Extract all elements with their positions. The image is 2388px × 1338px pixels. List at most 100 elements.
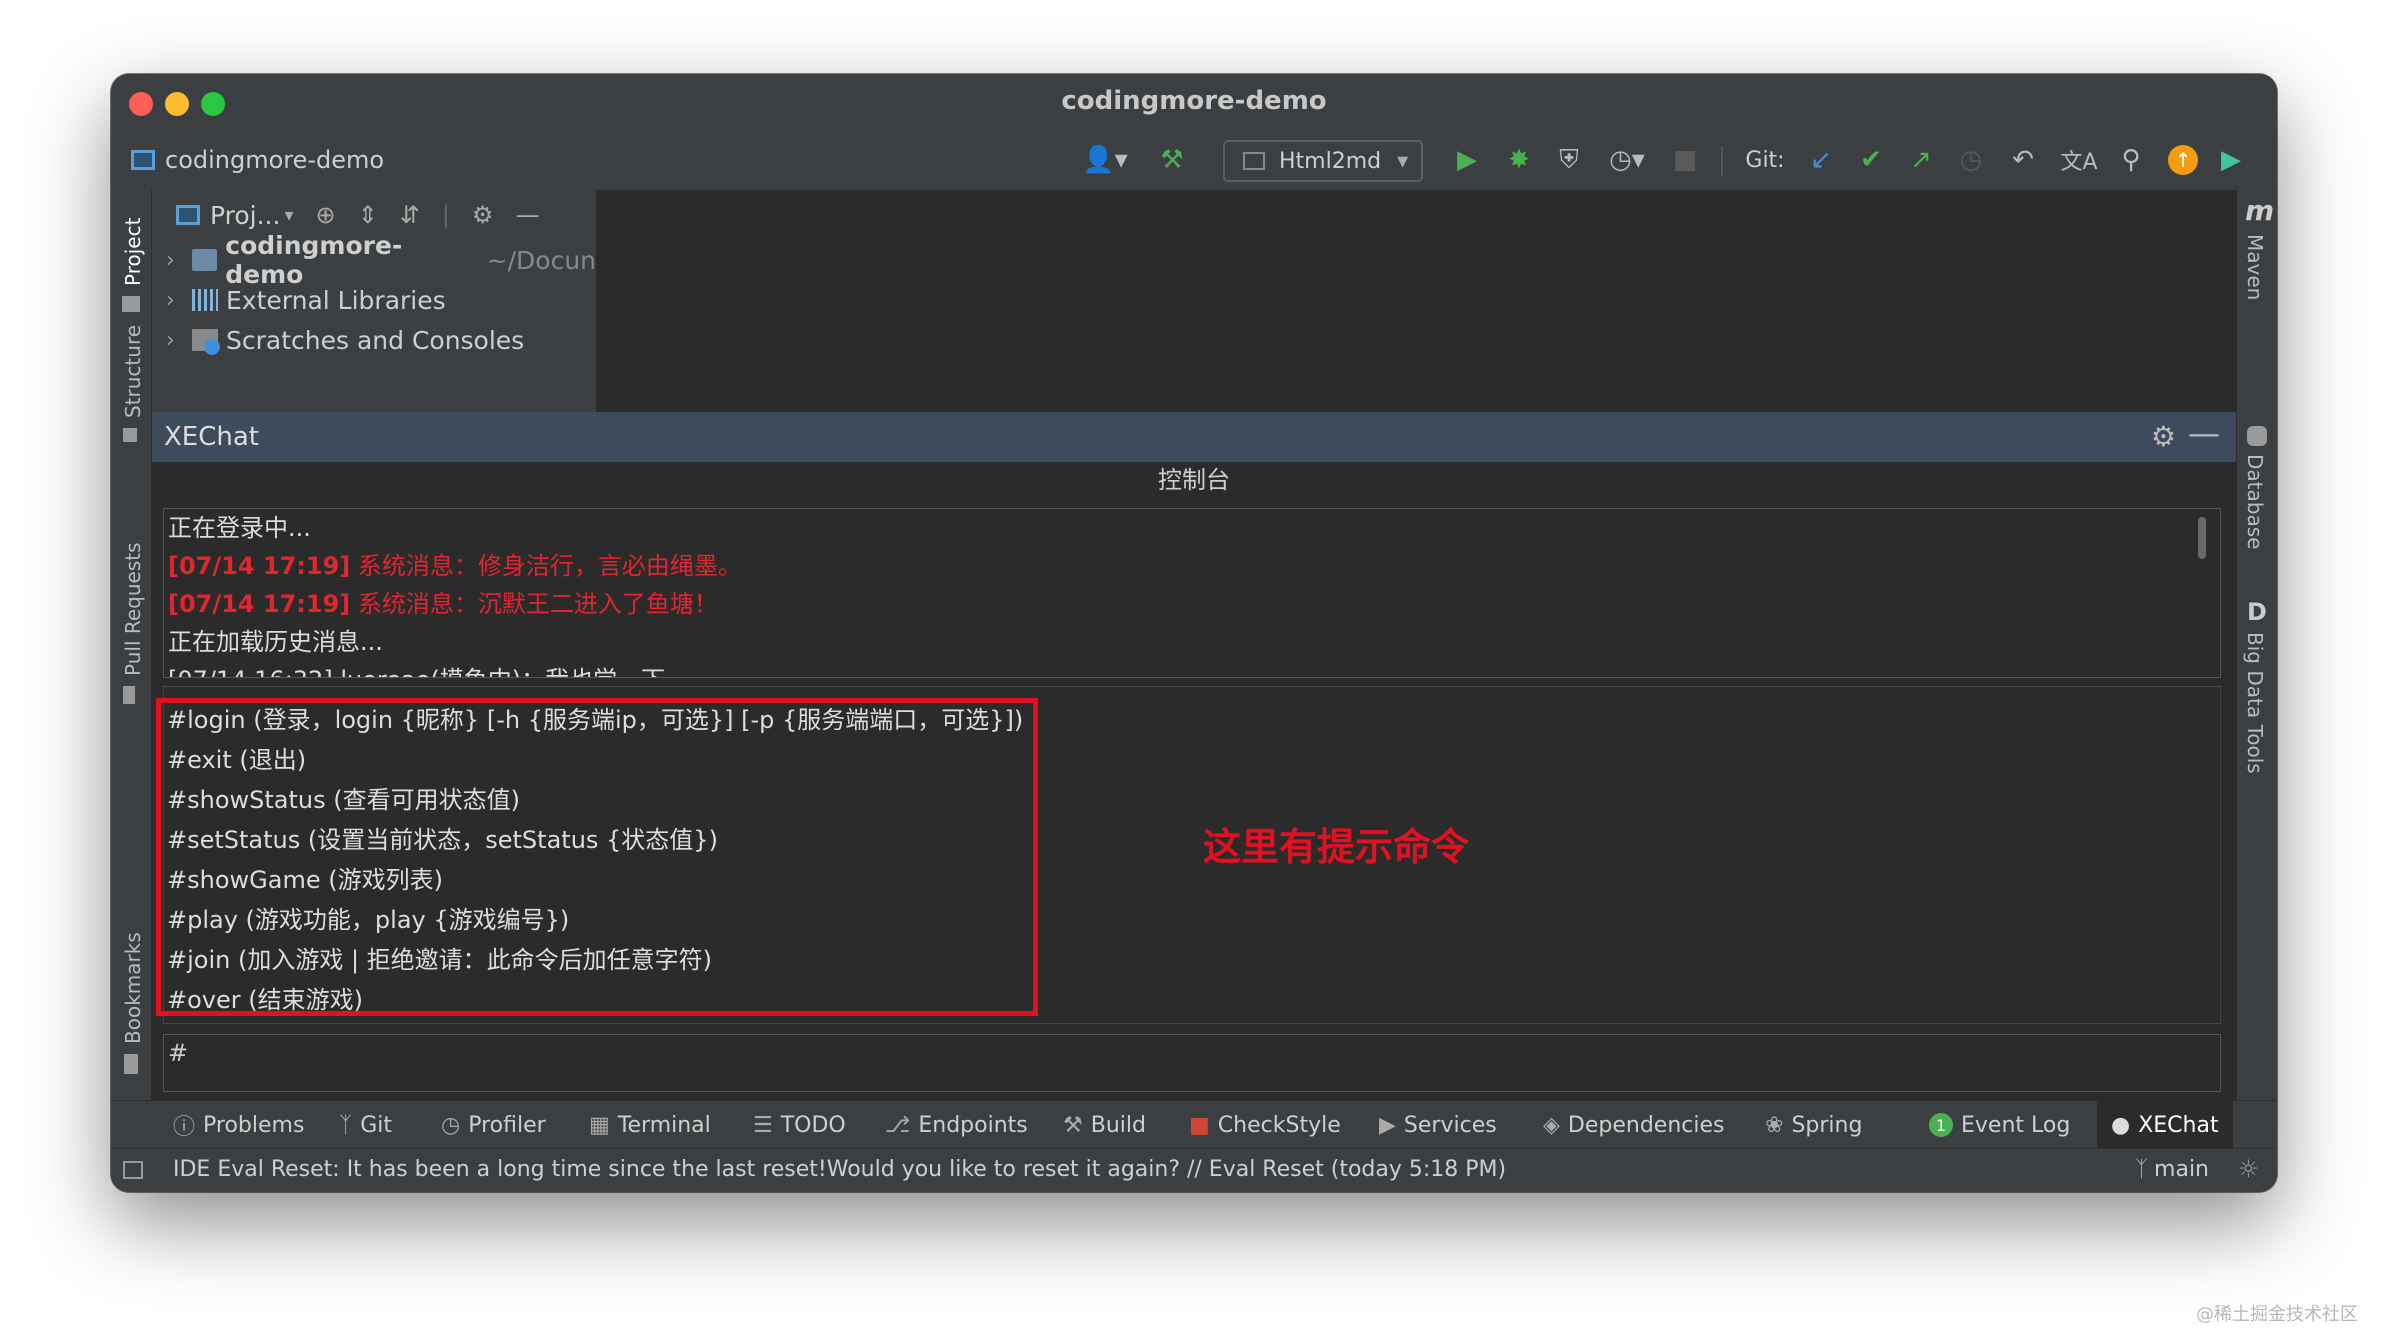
xechat-icon: ● (2111, 1112, 2131, 1138)
toolbar-separator: | (441, 201, 450, 229)
tree-item-scratches[interactable]: › Scratches and Consoles (152, 320, 596, 360)
collapse-all-icon[interactable]: ⇵ (400, 201, 420, 229)
inspections-icon[interactable]: ☼ (2237, 1155, 2259, 1183)
chevron-down-icon: ▾ (284, 204, 294, 226)
coverage-icon[interactable]: ⛨ (1549, 140, 1589, 180)
status-message[interactable]: IDE Eval Reset: It has been a long time … (173, 1157, 1506, 1182)
scratches-icon (192, 329, 220, 355)
build-hammer-icon[interactable]: ⚒ (1151, 140, 1193, 180)
run-configuration-select[interactable]: Html2md ▾ (1223, 140, 1423, 182)
debug-bug-icon[interactable]: ✸ (1499, 140, 1539, 180)
tab-label: Terminal (617, 1112, 711, 1138)
chevron-down-icon: ▾ (1397, 148, 1409, 174)
project-view-selector[interactable]: Proj... (210, 201, 280, 230)
bottom-tool-tabs: ⓘ Problems ᛉ Git ◷ Profiler ▦ Terminal ☰ TODO… (111, 1100, 2277, 1149)
tool-tab-structure[interactable]: Structure (121, 325, 145, 418)
project-breadcrumb[interactable]: codingmore-demo (131, 144, 384, 176)
code-with-me-icon[interactable]: ▶ (2211, 140, 2251, 180)
tool-tab-bookmarks[interactable]: Bookmarks (121, 932, 145, 1044)
tab-label: Problems (203, 1112, 305, 1138)
locate-file-icon[interactable]: ⊕ (316, 201, 336, 229)
chevron-right-icon[interactable]: › (166, 328, 192, 353)
project-icon (131, 150, 155, 170)
expand-all-icon[interactable]: ⇕ (358, 201, 378, 229)
tree-item-label: External Libraries (226, 285, 446, 315)
annotation-text: 这里有提示命令 (1203, 825, 1470, 869)
tab-dependencies[interactable]: ◈ Dependencies (1543, 1101, 1725, 1149)
tab-event-log[interactable]: 1 Event Log (1929, 1101, 2070, 1149)
console-line: [07/14 16:32] luoreao(摸鱼中)：我也学一下 (164, 661, 2220, 677)
console-line: [07/14 17:19] 系统消息：沉默王二进入了鱼塘！ (164, 585, 2220, 623)
tool-tab-pull-requests[interactable]: Pull Requests (121, 542, 145, 676)
tab-label: TODO (780, 1112, 846, 1138)
pull-request-icon (123, 686, 135, 704)
git-push-icon[interactable]: ↗ (1901, 140, 1941, 180)
git-commit-check-icon[interactable]: ✔ (1851, 140, 1891, 180)
console-scrollbar[interactable] (2198, 517, 2206, 559)
dependencies-icon: ◈ (1543, 1112, 1560, 1138)
window-title: codingmore-demo (1061, 86, 1327, 116)
tab-build[interactable]: ⚒ Build (1063, 1101, 1146, 1149)
toolbar-separator (1721, 146, 1723, 176)
tab-problems[interactable]: ⓘ Problems (173, 1101, 304, 1149)
tool-tab-project[interactable]: Project (121, 218, 145, 286)
tab-terminal[interactable]: ▦ Terminal (589, 1101, 711, 1149)
rollback-icon[interactable]: ↶ (2003, 140, 2043, 180)
tab-spring[interactable]: ❀ Spring (1765, 1101, 1862, 1149)
git-update-icon[interactable]: ↙ (1801, 140, 1841, 180)
profile-icon[interactable]: ◷▾ (1599, 140, 1655, 180)
tree-item-external-libraries[interactable]: › External Libraries (152, 280, 596, 320)
gear-icon[interactable]: ⚙ (472, 201, 494, 229)
user-account-icon[interactable]: 👤▾ (1077, 140, 1133, 180)
project-tool-window: Proj... ▾ ⊕ ⇕ ⇵ | ⚙ — › codingmore-demo … (152, 190, 596, 412)
tab-checkstyle[interactable]: ■ CheckStyle (1189, 1101, 1341, 1149)
tool-tab-big-data-tools[interactable]: Big Data Tools (2243, 632, 2267, 774)
gear-icon[interactable]: ⚙ (2151, 420, 2176, 453)
navigation-toolbar: codingmore-demo 👤▾ ⚒ Html2md ▾ ▶ ✸ ⛨ ◷▾ … (111, 130, 2277, 191)
event-log-count-badge: 1 (1929, 1113, 1953, 1137)
tab-profiler[interactable]: ◷ Profiler (441, 1101, 546, 1149)
tab-git[interactable]: ᛉ Git (339, 1101, 392, 1149)
right-tool-stripe: m Maven Database D Big Data Tools (2236, 190, 2277, 1118)
spring-leaf-icon: ❀ (1765, 1112, 1784, 1138)
tree-item-project-root[interactable]: › codingmore-demo ~/Docun (152, 231, 597, 289)
tab-label: Endpoints (918, 1112, 1028, 1138)
tool-tab-database[interactable]: Database (2243, 454, 2267, 549)
chevron-right-icon[interactable]: › (166, 248, 192, 273)
run-configuration-label: Html2md (1279, 148, 1382, 174)
git-history-clock-icon[interactable]: ◷ (1951, 140, 1991, 180)
tree-item-label: codingmore-demo (225, 231, 403, 289)
git-branch-widget[interactable]: ᛉ main (2135, 1157, 2209, 1182)
tab-services[interactable]: ▶ Services (1379, 1101, 1497, 1149)
tab-todo[interactable]: ☰ TODO (753, 1101, 846, 1149)
maven-icon: m (2245, 194, 2275, 227)
hide-panel-icon[interactable]: — (515, 201, 539, 229)
ide-window: codingmore-demo codingmore-demo 👤▾ ⚒ Htm… (111, 74, 2277, 1192)
stop-icon[interactable]: ■ (1667, 140, 1703, 180)
chat-console[interactable]: 正在登录中... [07/14 17:19] 系统消息：修身洁行，言必由绳墨。 … (163, 508, 2221, 678)
tab-label: XEChat (2138, 1112, 2219, 1138)
tool-tab-maven[interactable]: Maven (2243, 234, 2267, 300)
toggle-tool-windows-icon[interactable] (123, 1161, 143, 1179)
todo-list-icon: ☰ (753, 1112, 773, 1138)
editor-area (597, 190, 2236, 412)
tab-label: Event Log (1961, 1112, 2071, 1138)
search-icon[interactable]: ⚲ (2111, 140, 2151, 180)
chat-input[interactable]: # (163, 1034, 2221, 1092)
message-text: 系统消息：修身洁行，言必由绳墨。 (350, 552, 742, 580)
message-timestamp: [07/14 17:19] (168, 590, 351, 618)
tab-xechat[interactable]: ● XEChat (2097, 1101, 2233, 1149)
run-icon[interactable]: ▶ (1447, 140, 1487, 180)
tab-endpoints[interactable]: ⎇ Endpoints (885, 1101, 1028, 1149)
tab-label: Git (360, 1112, 392, 1138)
xechat-header: XEChat ⚙ — (152, 412, 2236, 462)
console-label: 控制台 (1158, 466, 1230, 494)
update-available-icon[interactable]: ↑ (2163, 140, 2203, 180)
hide-panel-icon[interactable]: — (2188, 414, 2220, 452)
checkstyle-icon: ■ (1189, 1112, 1210, 1138)
services-icon: ▶ (1379, 1112, 1396, 1138)
endpoints-icon: ⎇ (885, 1112, 911, 1138)
translate-icon[interactable]: 文A (2057, 140, 2101, 180)
tree-item-path: ~/Docun (486, 245, 597, 275)
chevron-right-icon[interactable]: › (166, 288, 192, 313)
